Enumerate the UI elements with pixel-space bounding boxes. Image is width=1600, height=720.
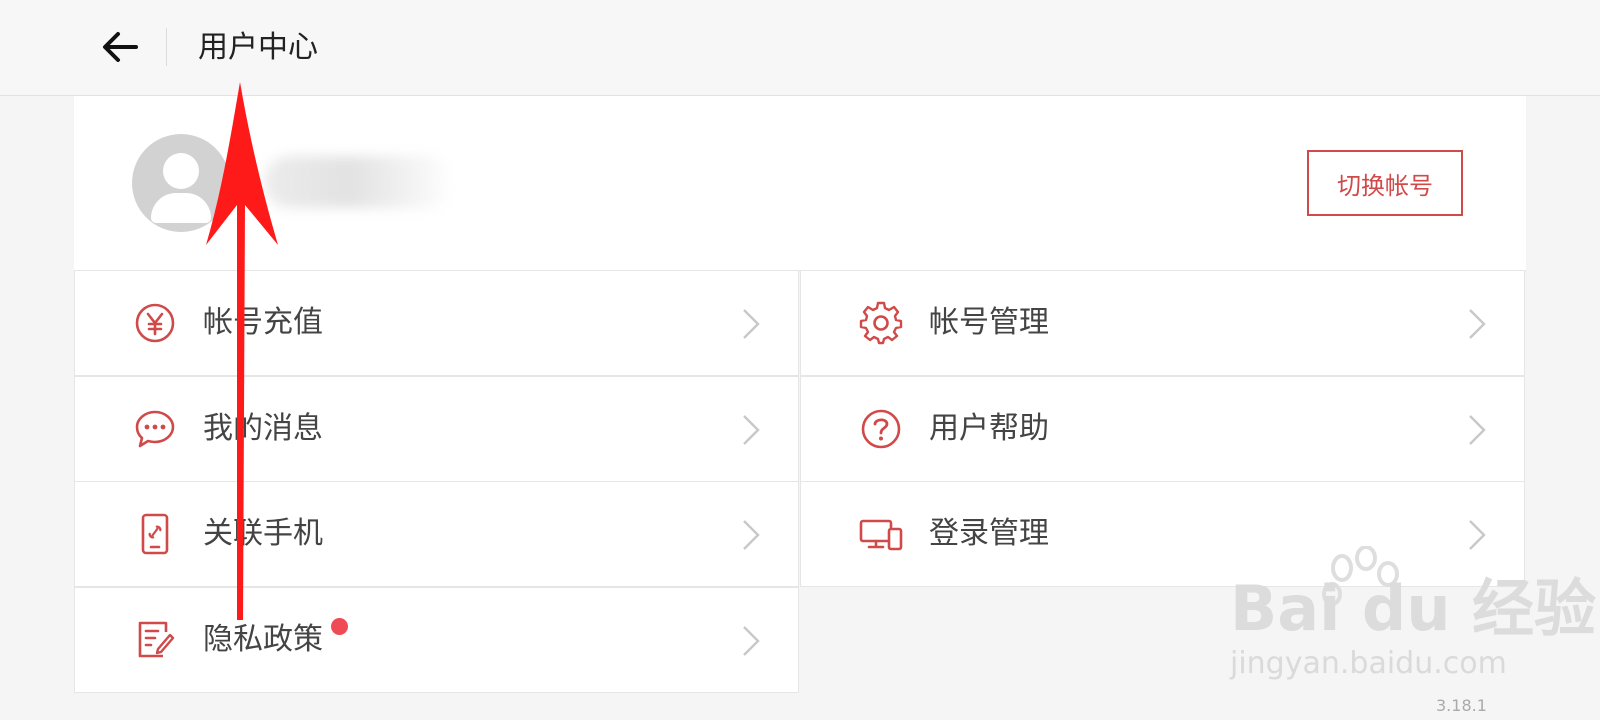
menu-item-label: 帐号充值 — [203, 305, 323, 340]
username-blurred — [264, 156, 454, 208]
devices-icon — [859, 519, 903, 551]
chevron-right-icon — [743, 626, 760, 656]
chat-bubble-icon — [135, 410, 175, 448]
chevron-right-icon — [1469, 309, 1486, 339]
watermark-brand: Bai du 经验 — [1230, 572, 1597, 645]
menu-item-account-manage[interactable]: 帐号管理 — [800, 270, 1525, 376]
menu-item-privacy[interactable]: 隐私政策 — [74, 587, 799, 693]
chevron-right-icon — [743, 520, 760, 550]
menu-item-label: 我的消息 — [203, 411, 323, 446]
document-edit-icon — [138, 621, 175, 658]
user-avatar-icon[interactable] — [132, 134, 230, 232]
app-version: 3.18.1 — [1436, 696, 1487, 715]
top-bar: 用户中心 — [0, 0, 1600, 96]
phone-link-icon — [141, 513, 169, 555]
menu-item-label: 关联手机 — [203, 516, 323, 551]
page-title: 用户中心 — [198, 30, 318, 65]
switch-account-button[interactable]: 切换帐号 — [1307, 150, 1463, 216]
question-icon — [861, 409, 901, 449]
menu-item-label: 用户帮助 — [929, 411, 1049, 446]
chevron-right-icon — [1469, 415, 1486, 445]
menu-item-label: 隐私政策 — [203, 618, 348, 660]
back-button[interactable] — [95, 22, 145, 72]
menu-item-link-phone[interactable]: 关联手机 — [74, 481, 799, 587]
chevron-right-icon — [743, 309, 760, 339]
menu-item-recharge[interactable]: 帐号充值 — [74, 270, 799, 376]
menu-item-help[interactable]: 用户帮助 — [800, 376, 1525, 482]
menu-item-label: 帐号管理 — [929, 305, 1049, 340]
gear-icon — [859, 301, 903, 345]
watermark-url: jingyan.baidu.com — [1230, 646, 1507, 681]
header-divider — [166, 28, 167, 66]
arrow-left-icon — [103, 32, 138, 62]
menu-item-messages[interactable]: 我的消息 — [74, 376, 799, 482]
chevron-right-icon — [743, 415, 760, 445]
profile-card: 切换帐号 — [74, 96, 1526, 272]
yen-icon — [135, 303, 175, 343]
notification-badge — [331, 618, 348, 635]
chevron-right-icon — [1469, 520, 1486, 550]
menu-item-label: 登录管理 — [929, 516, 1049, 551]
